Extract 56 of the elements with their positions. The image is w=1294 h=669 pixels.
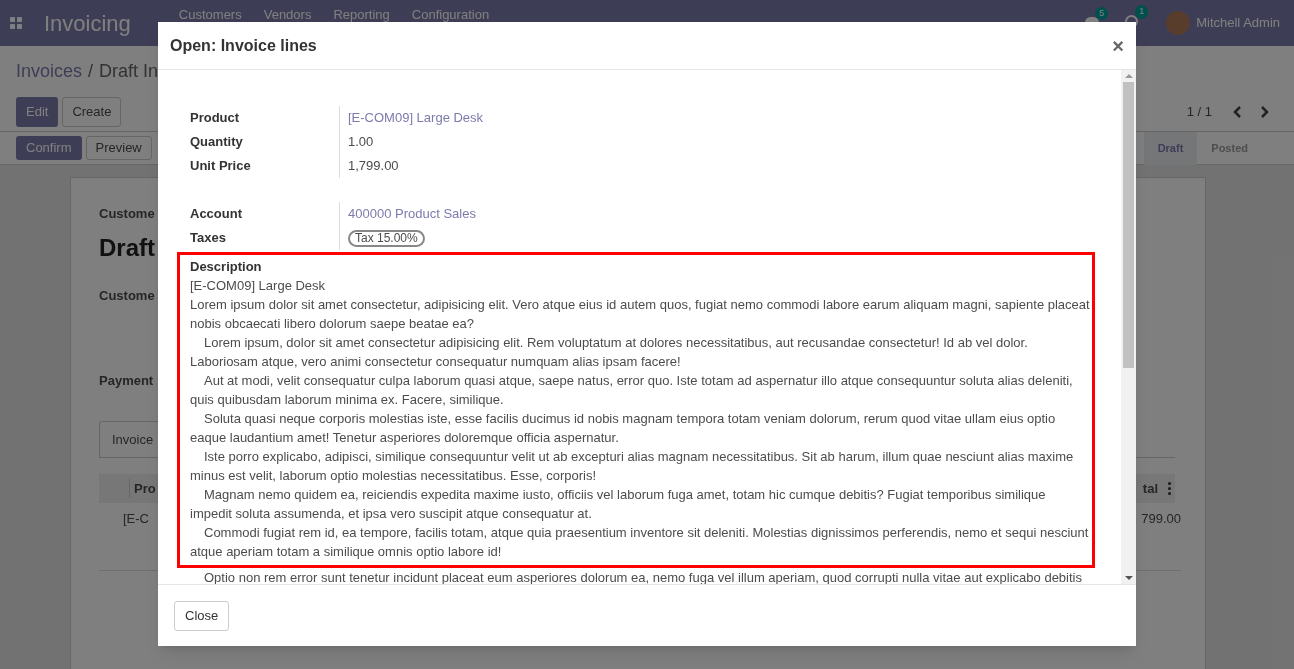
pager-value: 1 / 1 (1186, 103, 1212, 122)
scrollbar-thumb[interactable] (1123, 82, 1134, 368)
field-value: 1,799.00 (348, 157, 399, 176)
field-label: Quantity (190, 130, 340, 154)
menu-item[interactable]: Customers (178, 5, 242, 25)
description-paragraph: Soluta quasi neque corporis molestias iste, esse facilis ducimus id nobis magnam tempora totam veniam dolorum, rerum quod vitae ullam eius optio eaque laudantium amet! Tenetur asperiores doloremque officia aspernatur. (190, 410, 1057, 447)
menu-item[interactable]: Configuration (411, 5, 490, 25)
table-cell-text: 799.00 (1141, 510, 1181, 528)
edit-button[interactable]: Edit (16, 97, 59, 127)
tax-tag: Tax 15.00% (348, 229, 425, 247)
breadcrumb-item[interactable]: Invoices (16, 58, 83, 85)
menu-item[interactable]: Reporting (333, 5, 390, 25)
scrollbar[interactable] (1121, 70, 1136, 584)
field-label: Payment (99, 372, 154, 390)
scroll-down-icon[interactable] (1124, 576, 1133, 580)
column-options-icon[interactable] (1168, 482, 1171, 495)
field-value: 1.00 (348, 133, 374, 152)
app-title[interactable]: Invoicing (44, 6, 131, 40)
description-paragraph: Lorem ipsum, dolor sit amet consectetur adipisicing elit. Rem voluptatum at dolores necessitatibus, aut recusandae consectetur! Id ab vel dolor. Laboriosam atque, vero animi consectetur consequatur numquam alias ipsam facere! (190, 334, 1029, 371)
counter-badge: 5 (1095, 6, 1109, 20)
field-label: Taxes (190, 226, 340, 250)
apps-menu-icon[interactable] (10, 17, 22, 29)
column-header[interactable]: Pro (129, 478, 156, 499)
status-stage[interactable]: Draft (1143, 131, 1198, 165)
description-paragraph: Optio non rem error sunt tenetur incidunt placeat eum asperiores dolorum ea, nemo fuga vel illum aperiam, quod corrupti nulla vitae aut explicabo debitis (203, 569, 1083, 584)
next-icon[interactable] (1260, 106, 1270, 118)
description-paragraph: Lorem ipsum dolor sit amet consectetur, adipisicing elit. Vero atque eius id autem quos, fugiat nemo commodi labore earum aliquam magni, sapiente placeat nobis obcaecati libero dolorum saepe beatae ea? (190, 296, 1090, 333)
field-label: Custome (99, 205, 155, 223)
dialog-title: Open: Invoice lines (170, 35, 317, 56)
previous-icon[interactable] (1232, 106, 1242, 118)
create-button[interactable]: Create (62, 97, 122, 127)
user-name[interactable]: Mitchell Admin (1196, 13, 1280, 33)
field-label: Account (190, 202, 340, 226)
field-link[interactable]: [E-COM09] Large Desk (348, 108, 484, 128)
menu-item[interactable]: Vendors (263, 5, 312, 25)
table-cell-text: [E-C (123, 510, 149, 528)
field-label: Unit Price (190, 154, 340, 178)
preview-button[interactable]: Preview (85, 136, 152, 160)
description-paragraph: Iste porro explicabo, adipisci, similique consequuntur velit ut ab excepturi alias magnam necessitatibus. Sit ab harum, illum quae nesciunt alias maxime minus est velit, laborum optio molestias necessitatibus. Esse, corporis! (190, 448, 1075, 485)
description-paragraph: Commodi fugiat rem id, ea tempore, facilis totam, atque quia praesentium inventore sit deleniti. Molestias dignissimos perferendis, nemo et sequi nesciunt atque aperiam totam a similique omnis optio labore id! (190, 524, 1090, 561)
field-label: Description (190, 258, 263, 276)
counter-badge: 1 (1135, 5, 1149, 19)
invoice-title: Draft (99, 232, 155, 263)
field-link[interactable]: 400000 Product Sales (348, 204, 476, 224)
breadcrumb-separator: / (88, 60, 94, 83)
description-paragraph: Magnam nemo quidem ea, reiciendis expedita maxime iusto, officiis vel laborum fuga amet, totam hic cumque debitis? Fugiat temporibus similique impedit soluta assumenda, et ipsa vero suscipit atque consequatur at. (190, 486, 1047, 523)
breadcrumb-item: Draft In (99, 60, 159, 83)
column-header[interactable]: tal (1142, 478, 1158, 499)
confirm-button[interactable]: Confirm (16, 136, 82, 160)
close-button[interactable]: × (1112, 35, 1124, 56)
description-text: [E-COM09] Large Desk (190, 277, 327, 295)
description-paragraph: Aut at modi, velit consequatur culpa laborum quasi atque, saepe natus, error quo. Iste totam ad aspernatur illo atque consequuntur soluta alias deleniti, quis quibusdam laborum minima ex. Facere, similique. (190, 372, 1074, 409)
scroll-up-icon[interactable] (1124, 74, 1133, 78)
field-label: Product (190, 106, 340, 130)
close-button[interactable]: Close (174, 600, 230, 631)
field-label: Custome (99, 286, 155, 305)
